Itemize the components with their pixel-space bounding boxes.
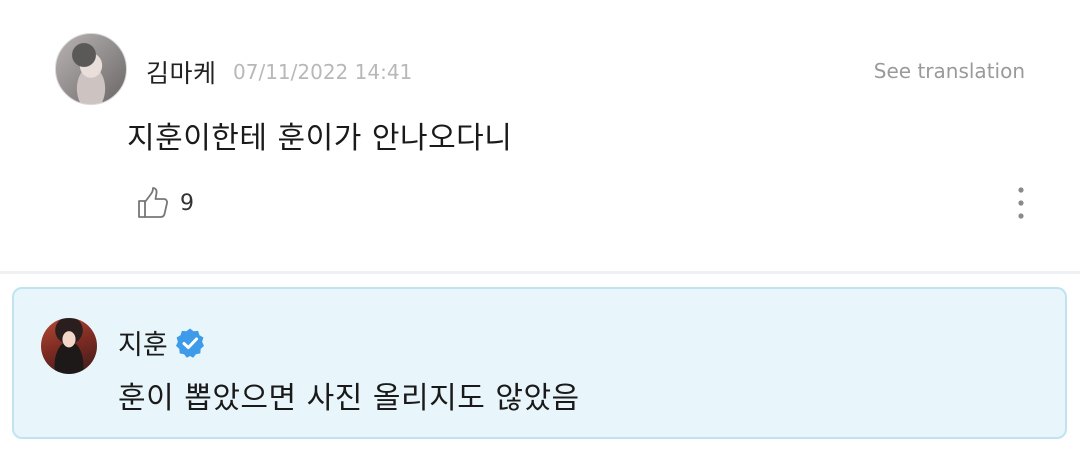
artist-reply-card: 지훈 훈이 뽑았으면 사진 올리지도 않았음 — [12, 287, 1067, 439]
comment-thread: 김마케 07/11/2022 14:41 See translation 지훈이… — [0, 0, 1080, 456]
comment-timestamp: 07/11/2022 14:41 — [233, 60, 413, 84]
divider — [0, 271, 1080, 274]
reply-text: 훈이 뽑았으면 사진 올리지도 않았음 — [118, 381, 580, 416]
like-button[interactable]: 9 — [134, 184, 194, 222]
like-count: 9 — [180, 190, 194, 216]
verified-badge-icon — [176, 328, 204, 358]
avatar[interactable] — [55, 33, 127, 105]
artist-avatar[interactable] — [41, 318, 97, 374]
fan-comment: 김마케 07/11/2022 14:41 See translation 지훈이… — [0, 0, 1080, 272]
comment-text: 지훈이한테 훈이가 안나오다니 — [127, 121, 513, 156]
more-vertical-icon[interactable] — [1008, 184, 1034, 222]
thumbs-up-icon — [138, 187, 168, 218]
see-translation-link[interactable]: See translation — [874, 59, 1025, 83]
comment-author[interactable]: 김마케 — [146, 54, 217, 90]
reply-author[interactable]: 지훈 — [118, 323, 168, 362]
